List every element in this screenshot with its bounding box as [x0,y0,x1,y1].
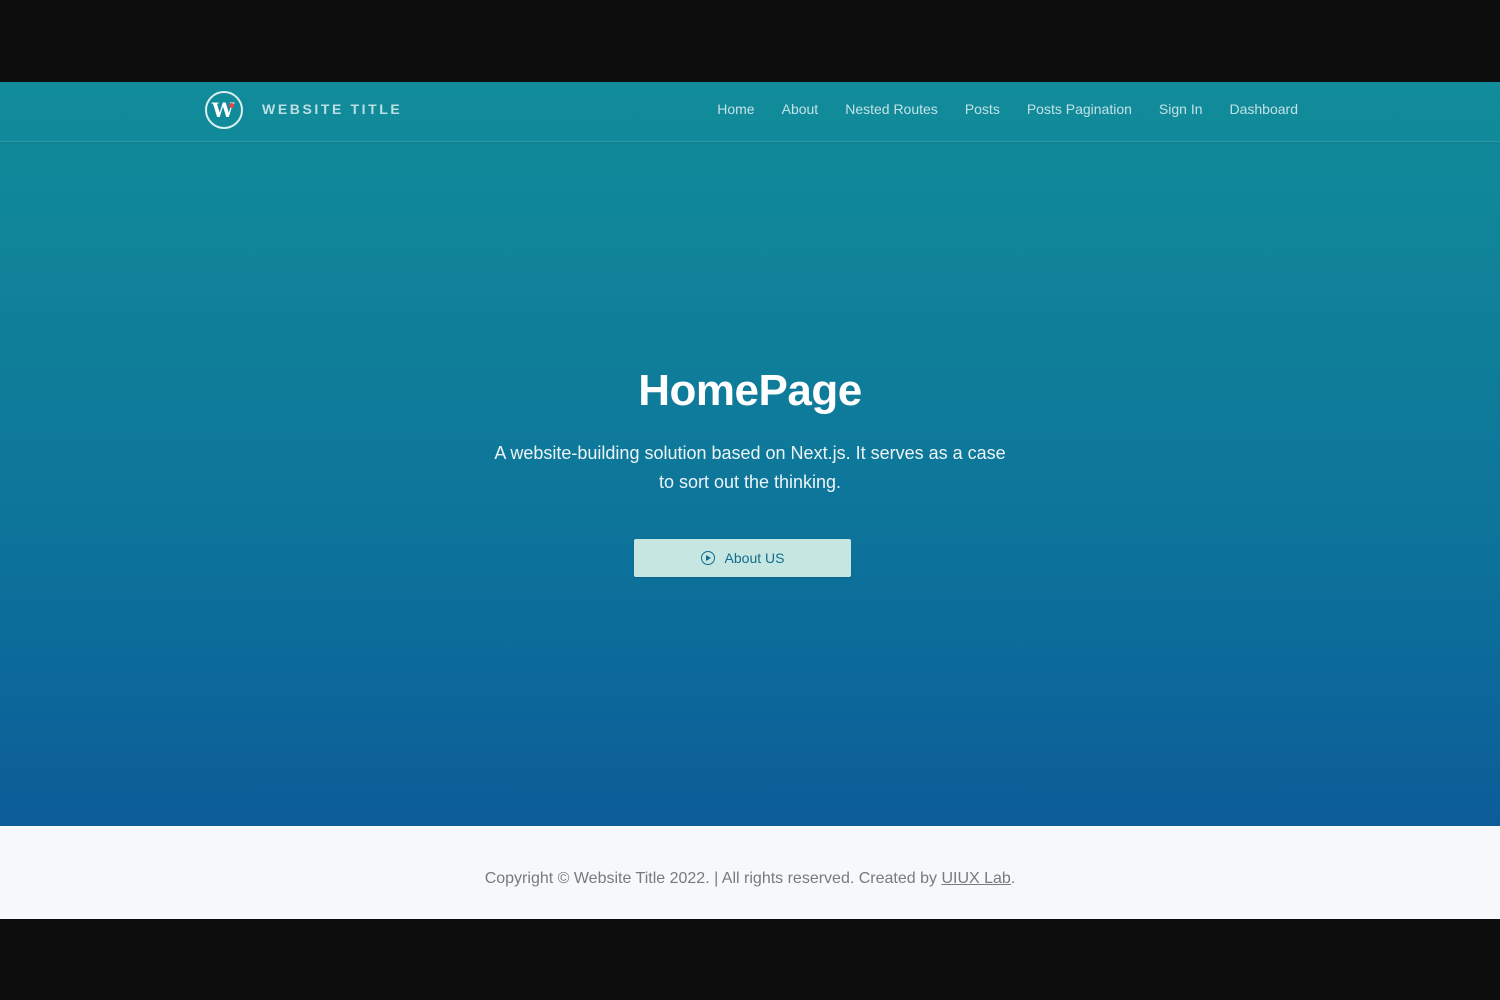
hero-description: A website-building solution based on Nex… [494,443,1006,492]
nav-posts-pagination[interactable]: Posts Pagination [1027,101,1132,117]
main-nav: Home About Nested Routes Posts Posts Pag… [717,101,1298,117]
copyright-prefix: Copyright © Website Title 2022. | All ri… [484,870,942,887]
nav-nested-routes[interactable]: Nested Routes [845,101,938,117]
nav-sign-in[interactable]: Sign In [1159,101,1203,117]
page-title: HomePage [638,366,862,415]
hero-section: W WEBSITE TITLE Home About Nested Routes… [0,82,1500,826]
about-us-button-label: About US [724,550,785,566]
footer: Copyright © Website Title 2022. | All ri… [0,826,1500,919]
top-navbar: W WEBSITE TITLE Home About Nested Routes… [0,82,1500,142]
site-title[interactable]: WEBSITE TITLE [262,101,402,117]
nav-dashboard[interactable]: Dashboard [1230,101,1299,117]
logo-link[interactable]: W [205,89,247,131]
uiux-lab-link[interactable]: UIUX Lab [941,870,1010,887]
w-logo-icon: W [205,91,243,129]
nav-about[interactable]: About [782,101,819,117]
copyright-suffix: . [1010,870,1016,887]
about-us-button[interactable]: About US [634,539,851,577]
copyright-text: Copyright © Website Title 2022. | All ri… [0,870,1500,888]
play-circle-icon [700,551,715,565]
page-frame: W WEBSITE TITLE Home About Nested Routes… [0,82,1500,919]
nav-home[interactable]: Home [717,101,754,117]
nav-posts[interactable]: Posts [965,101,1000,117]
hero-content: HomePage A website-building solution bas… [0,365,1500,497]
